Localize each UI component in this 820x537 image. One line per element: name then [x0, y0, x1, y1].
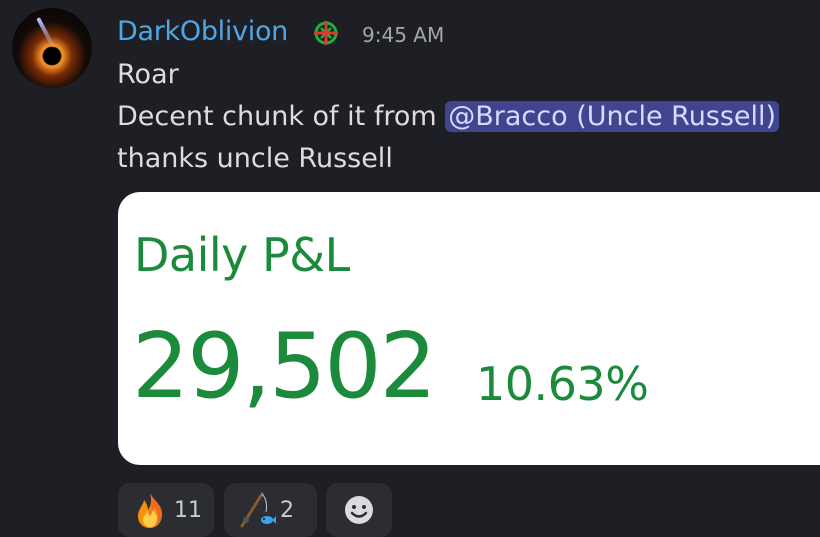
username[interactable]: DarkOblivion	[117, 16, 288, 47]
reaction-fishing[interactable]: 2	[224, 483, 317, 537]
add-reaction-button[interactable]	[326, 483, 392, 537]
message-line-3: thanks uncle Russell	[117, 143, 393, 174]
fishing-icon	[240, 492, 276, 528]
pnl-percent: 10.63%	[476, 357, 649, 411]
reaction-fishing-count: 2	[280, 497, 294, 523]
message-timestamp: 9:45 AM	[362, 23, 445, 47]
message-line-1: Roar	[117, 59, 179, 90]
pnl-image-attachment[interactable]: Daily P&L 29,502 10.63%	[118, 192, 820, 465]
avatar-light-ray	[36, 17, 56, 49]
role-badge-icon[interactable]	[310, 17, 342, 49]
message-line-2: Decent chunk of it from @Bracco (Uncle R…	[117, 100, 780, 134]
pnl-amount: 29,502	[132, 314, 437, 419]
user-mention[interactable]: @Bracco (Uncle Russell)	[445, 101, 780, 132]
fire-icon	[138, 493, 163, 528]
add-reaction-icon	[345, 496, 373, 524]
message-line-2-text: Decent chunk of it from	[117, 101, 446, 132]
reaction-fire[interactable]: 11	[118, 483, 214, 537]
avatar[interactable]	[12, 8, 92, 88]
pnl-title: Daily P&L	[134, 228, 350, 282]
reaction-fire-count: 11	[174, 497, 202, 523]
